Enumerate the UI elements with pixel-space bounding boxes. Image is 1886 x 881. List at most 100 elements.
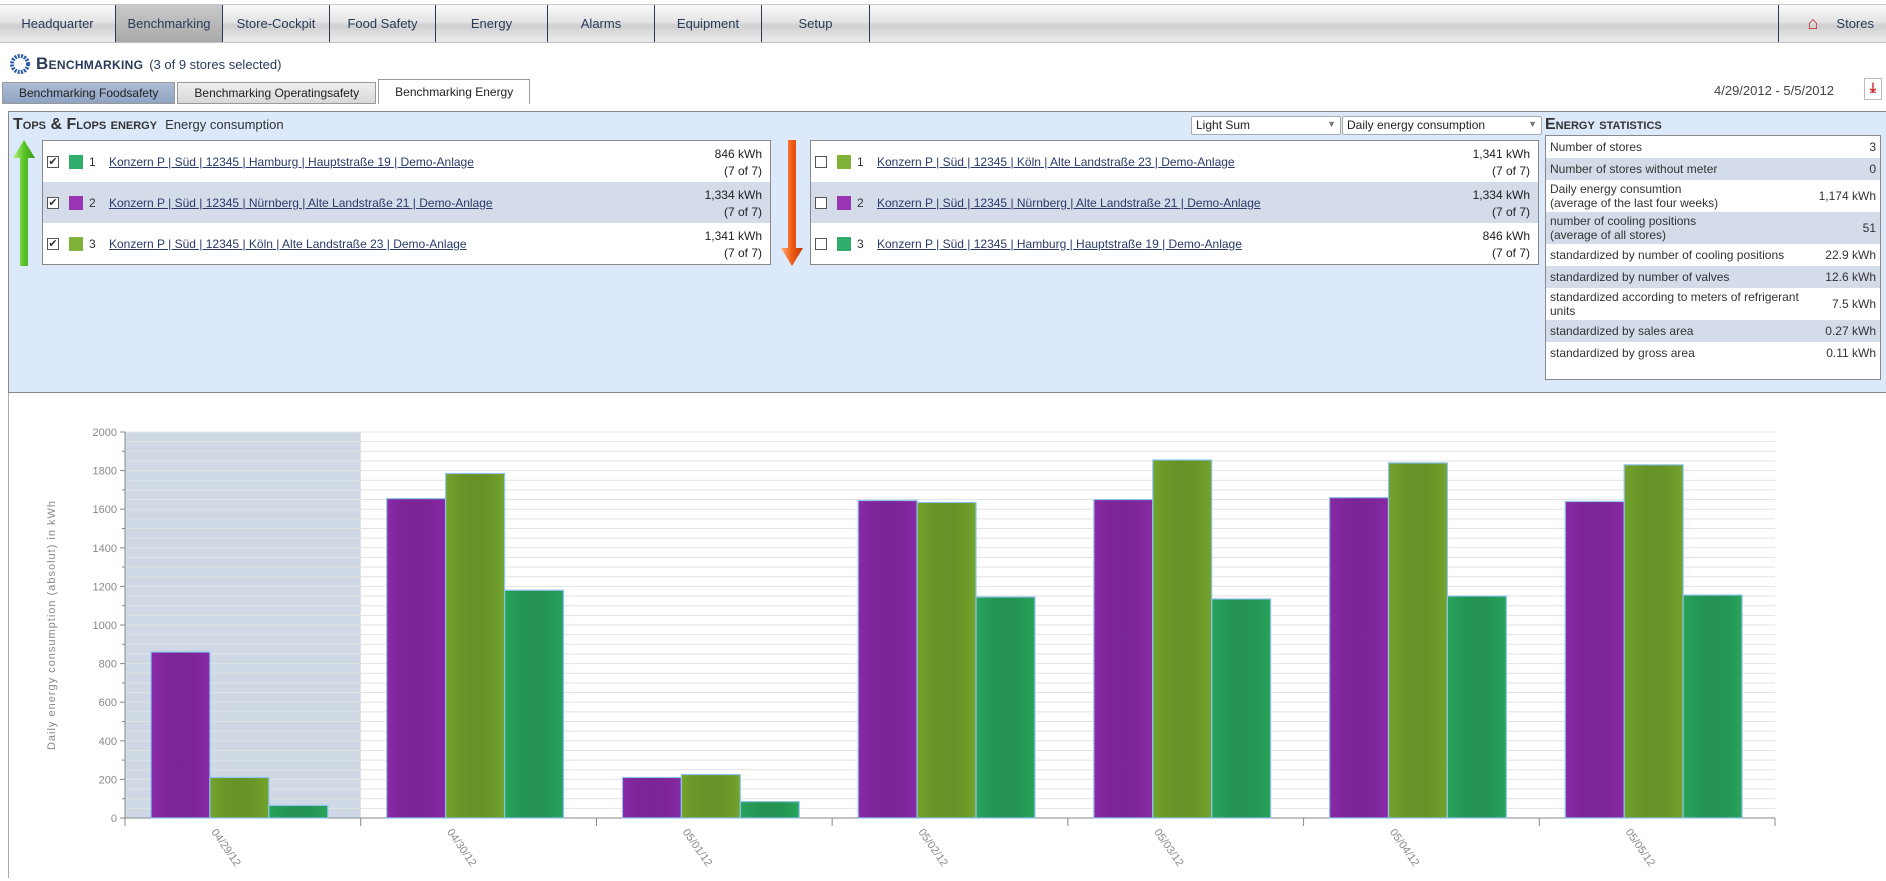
store-checkbox[interactable] — [815, 237, 827, 250]
y-tick-label: 2000 — [93, 427, 117, 439]
mode-select-value: Light Sum — [1196, 118, 1251, 132]
store-link[interactable]: Konzern P | Süd | 12345 | Hamburg | Haup… — [109, 155, 474, 169]
stat-label: standardized by gross area — [1550, 346, 1695, 360]
houses-icon: ⌂ — [1807, 13, 1819, 33]
bar-shade — [268, 804, 329, 819]
kwh-value: 1,341 kWh — [1472, 147, 1530, 161]
pdf-export-icon[interactable]: ⤓ — [1864, 78, 1882, 100]
tops-flops-subtitle: Energy consumption — [165, 117, 284, 132]
mode-select[interactable]: Light Sum ▼ — [1191, 116, 1341, 135]
nav-food-safety[interactable]: Food Safety — [330, 5, 436, 42]
list-item: ✔ 3 Konzern P | Süd | 12345 | Köln | Alt… — [43, 223, 770, 264]
rank: 1 — [857, 154, 864, 169]
chevron-down-icon: ▼ — [1327, 119, 1336, 129]
stat-label: Number of stores without meter — [1550, 162, 1718, 176]
stat-row: Daily energy consumtion (average of the … — [1546, 180, 1880, 212]
store-checkbox[interactable]: ✔ — [47, 196, 59, 209]
bar-shade — [445, 472, 506, 819]
list-item: 2 Konzern P | Süd | 12345 | Nürnberg | A… — [811, 182, 1538, 223]
x-tick-label: 05/03/12 — [1151, 827, 1185, 869]
stat-row: standardized according to meters of refr… — [1546, 288, 1880, 320]
bar-shade — [680, 773, 741, 819]
coverage: (7 of 7) — [1491, 164, 1530, 178]
nav-alarms[interactable]: Alarms — [548, 5, 655, 42]
nav-headquarter[interactable]: Headquarter — [0, 5, 116, 42]
stat-label: Daily energy consumtion (average of the … — [1550, 182, 1719, 210]
y-tick-label: 1200 — [93, 581, 117, 593]
consumption-value: 1,341 kWh (7 of 7) — [1473, 146, 1530, 180]
store-link[interactable]: Konzern P | Süd | 12345 | Köln | Alte La… — [109, 237, 467, 251]
bar-shade — [1152, 459, 1213, 819]
y-tick-label: 1800 — [93, 466, 117, 478]
bar-shade — [975, 596, 1036, 819]
page-title: Benchmarking — [36, 54, 144, 73]
stat-value: 1,174 kWh — [1818, 189, 1876, 203]
store-link[interactable]: Konzern P | Süd | 12345 | Nürnberg | Alt… — [109, 196, 493, 210]
energy-chart: 0 200 400 600 800 1000 1200 1400 1600 1800 2000 Dai… — [8, 393, 1886, 878]
list-item: ✔ 1 Konzern P | Süd | 12345 | Hamburg | … — [43, 141, 770, 182]
bar-shade — [621, 776, 682, 819]
stat-row: number of cooling positions (average of … — [1546, 212, 1880, 244]
nav-benchmarking[interactable]: Benchmarking — [116, 5, 223, 42]
store-link[interactable]: Konzern P | Süd | 12345 | Nürnberg | Alt… — [877, 196, 1261, 210]
bar-shade — [1446, 595, 1507, 819]
bar-shade — [916, 501, 977, 819]
bar-shade — [503, 589, 565, 819]
tab-benchmarking-operatingsafety[interactable]: Benchmarking Operatingsafety — [177, 82, 377, 104]
color-swatch — [69, 236, 83, 251]
store-link[interactable]: Konzern P | Süd | 12345 | Hamburg | Haup… — [877, 237, 1242, 251]
nav-store-cockpit[interactable]: Store-Cockpit — [223, 5, 330, 42]
x-tick-label: 05/04/12 — [1387, 827, 1421, 869]
metric-select[interactable]: Daily energy consumption ▼ — [1342, 116, 1542, 135]
stat-label: standardized by number of cooling positi… — [1550, 248, 1785, 262]
energy-statistics-table[interactable]: Number of stores 3 Number of stores withou… — [1545, 135, 1881, 380]
bar-shade — [739, 800, 800, 819]
y-tick-label: 1600 — [93, 504, 117, 516]
x-tick-label: 04/29/12 — [208, 827, 242, 869]
rank: 3 — [857, 236, 864, 251]
tab-benchmarking-energy[interactable]: Benchmarking Energy — [378, 79, 531, 104]
consumption-value: 846 kWh (7 of 7) — [715, 146, 762, 180]
store-checkbox[interactable]: ✔ — [47, 237, 59, 250]
coverage: (7 of 7) — [723, 205, 762, 219]
stat-value: 22.9 kWh — [1825, 248, 1876, 262]
y-tick-label: 600 — [99, 697, 117, 709]
kwh-value: 1,334 kWh — [1472, 188, 1530, 202]
list-item: 3 Konzern P | Süd | 12345 | Hamburg | Ha… — [811, 223, 1538, 264]
stat-value: 7.5 kWh — [1831, 297, 1876, 311]
flops-list: 1 Konzern P | Süd | 12345 | Köln | Alte … — [810, 140, 1539, 265]
store-checkbox[interactable]: ✔ — [47, 155, 59, 168]
store-link[interactable]: Konzern P | Süd | 12345 | Köln | Alte La… — [877, 155, 1235, 169]
store-checkbox[interactable] — [815, 155, 827, 168]
stores-button[interactable]: ⌂ Stores — [1778, 5, 1886, 42]
y-tick-label: 200 — [99, 774, 117, 786]
chevron-down-icon: ▼ — [1528, 119, 1537, 129]
nav-energy[interactable]: Energy — [436, 5, 548, 42]
rank: 2 — [89, 195, 96, 210]
nav-setup[interactable]: Setup — [762, 5, 870, 42]
nav-equipment[interactable]: Equipment — [655, 5, 762, 42]
stat-value: 0.27 kWh — [1825, 324, 1876, 338]
bar-shade — [386, 497, 447, 819]
coverage: (7 of 7) — [1491, 205, 1530, 219]
list-item: 1 Konzern P | Süd | 12345 | Köln | Alte … — [811, 141, 1538, 182]
page-header: Benchmarking (3 of 9 stores selected) — [10, 54, 281, 74]
x-tick-label: 05/05/12 — [1623, 827, 1657, 869]
store-checkbox[interactable] — [815, 196, 827, 209]
main-nav: Headquarter Benchmarking Store-Cockpit Food… — [0, 4, 1886, 43]
rank: 1 — [89, 154, 96, 169]
tab-benchmarking-foodsafety[interactable]: Benchmarking Foodsafety — [2, 82, 176, 104]
bar-shade — [1328, 497, 1390, 819]
metric-select-value: Daily energy consumption — [1347, 118, 1486, 132]
color-swatch — [69, 195, 83, 210]
coverage: (7 of 7) — [723, 246, 762, 260]
stat-value: 3 — [1869, 140, 1876, 154]
x-tick-label: 05/01/12 — [680, 827, 714, 869]
stat-label: standardized by number of valves — [1550, 270, 1730, 284]
kwh-value: 846 kWh — [714, 147, 762, 161]
tops-list: ✔ 1 Konzern P | Süd | 12345 | Hamburg | … — [42, 140, 771, 265]
stat-row: Number of stores 3 — [1546, 136, 1880, 158]
rank: 3 — [89, 236, 96, 251]
kwh-value: 846 kWh — [1482, 229, 1530, 243]
energy-statistics: Energy statistics Number of stores 3 Numbe… — [1545, 116, 1886, 380]
